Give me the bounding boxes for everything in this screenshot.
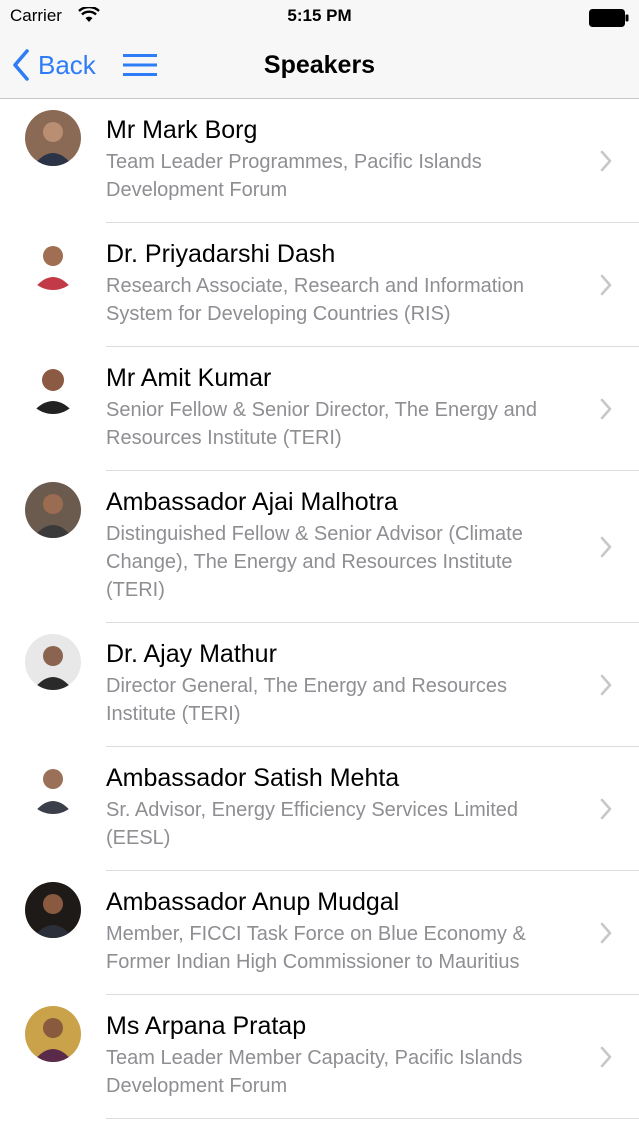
speaker-title: Senior Fellow & Senior Director, The Ene… [106, 399, 537, 449]
row-content: Ambassador Anup Mudgal Member, FICCI Tas… [106, 871, 639, 995]
chevron-right-icon [600, 922, 612, 944]
avatar [25, 110, 81, 166]
avatar [25, 234, 81, 290]
speaker-name: Ms Arpana Pratap [106, 1012, 307, 1040]
back-button[interactable]: Back [12, 48, 96, 82]
row-content: Ambassador Satish Mehta Sr. Advisor, Ene… [106, 747, 639, 871]
speaker-title: Team Leader Member Capacity, Pacific Isl… [106, 1047, 523, 1097]
avatar [25, 482, 81, 538]
speaker-row[interactable]: Mr Mark Borg Team Leader Programmes, Pac… [0, 99, 639, 223]
speaker-name: Mr Mark Borg [106, 116, 258, 144]
chevron-left-icon [13, 49, 29, 81]
chevron-right-icon [600, 536, 612, 558]
status-bar: Carrier 5:15 PM [0, 0, 639, 34]
speaker-row[interactable]: Ms Arpana Pratap Team Leader Member Capa… [0, 995, 639, 1119]
hamburger-menu-icon[interactable] [122, 52, 158, 78]
speaker-name: Ambassador Ajai Malhotra [106, 488, 398, 516]
avatar [25, 634, 81, 690]
speaker-row[interactable]: Dr. Priyadarshi Dash Research Associate,… [0, 223, 639, 347]
chevron-right-icon [600, 798, 612, 820]
speaker-title: Research Associate, Research and Informa… [106, 275, 524, 325]
speaker-name: Mr Amit Kumar [106, 364, 272, 392]
avatar [25, 882, 81, 938]
chevron-right-icon [600, 674, 612, 696]
chevron-right-icon [600, 1046, 612, 1068]
chevron-right-icon [600, 274, 612, 296]
row-content: Dr. Priyadarshi Dash Research Associate,… [106, 223, 639, 347]
speaker-row[interactable]: Ambassador Satish Mehta Sr. Advisor, Ene… [0, 747, 639, 871]
row-content: Mr Mark Borg Team Leader Programmes, Pac… [106, 99, 639, 223]
chevron-right-icon [600, 150, 612, 172]
speaker-row[interactable]: Ambassador Anup Mudgal Member, FICCI Tas… [0, 871, 639, 995]
back-label: Back [38, 49, 96, 80]
row-content: Dr. Ajay Mathur Director General, The En… [106, 623, 639, 747]
chevron-right-icon [600, 398, 612, 420]
navigation-bar: Back Speakers [0, 34, 639, 99]
row-content: Mr Amit Kumar Senior Fellow & Senior Dir… [106, 347, 639, 471]
avatar [25, 358, 81, 414]
speaker-title: Distinguished Fellow & Senior Advisor (C… [106, 523, 523, 601]
speaker-name: Ambassador Anup Mudgal [106, 888, 400, 916]
speaker-title: Member, FICCI Task Force on Blue Economy… [106, 923, 526, 973]
speaker-list: Mr Mark Borg Team Leader Programmes, Pac… [0, 99, 639, 1119]
speaker-title: Team Leader Programmes, Pacific Islands … [106, 151, 482, 201]
avatar [25, 1006, 81, 1062]
battery-icon [589, 9, 629, 32]
speaker-name: Ambassador Satish Mehta [106, 764, 400, 792]
speaker-name: Dr. Ajay Mathur [106, 640, 277, 668]
row-content: Ms Arpana Pratap Team Leader Member Capa… [106, 995, 639, 1119]
speaker-row[interactable]: Mr Amit Kumar Senior Fellow & Senior Dir… [0, 347, 639, 471]
avatar [25, 758, 81, 814]
speaker-title: Director General, The Energy and Resourc… [106, 675, 507, 725]
speaker-title: Sr. Advisor, Energy Efficiency Services … [106, 799, 519, 849]
status-time: 5:15 PM [287, 6, 352, 25]
speaker-row[interactable]: Ambassador Ajai Malhotra Distinguished F… [0, 471, 639, 623]
speaker-name: Dr. Priyadarshi Dash [106, 240, 336, 268]
row-content: Ambassador Ajai Malhotra Distinguished F… [106, 471, 639, 623]
speaker-row[interactable]: Dr. Ajay Mathur Director General, The En… [0, 623, 639, 747]
